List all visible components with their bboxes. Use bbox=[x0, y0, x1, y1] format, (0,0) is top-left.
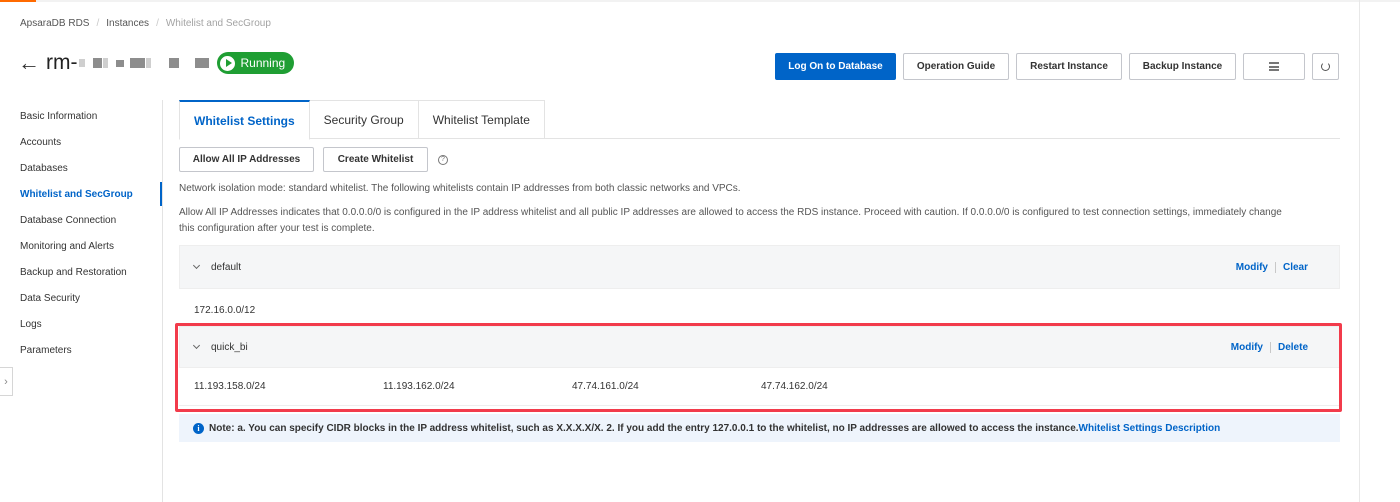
breadcrumb-current: Whitelist and SecGroup bbox=[165, 18, 271, 29]
backup-instance-button[interactable]: Backup Instance bbox=[1129, 53, 1236, 80]
sidebar-item-accounts[interactable]: Accounts bbox=[0, 130, 162, 156]
whitelist-actions: Modify Clear bbox=[1236, 261, 1308, 273]
operation-guide-button[interactable]: Operation Guide bbox=[903, 53, 1009, 80]
refresh-button[interactable] bbox=[1312, 53, 1339, 80]
top-border bbox=[0, 0, 1400, 2]
sidebar-active-indicator bbox=[160, 182, 162, 206]
whitelist-header: default Modify Clear bbox=[179, 245, 1340, 289]
running-icon bbox=[220, 55, 236, 71]
highlight-box bbox=[175, 323, 1342, 412]
breadcrumb-apsaradb-rds[interactable]: ApsaraDB RDS bbox=[20, 18, 89, 29]
sidebar-item-data-security[interactable]: Data Security bbox=[0, 286, 162, 312]
breadcrumb-separator: / bbox=[156, 18, 159, 29]
whitelist-toolbar: Allow All IP Addresses Create Whitelist … bbox=[179, 147, 448, 172]
sidebar-divider bbox=[162, 100, 163, 502]
tab-whitelist-template[interactable]: Whitelist Template bbox=[418, 100, 545, 139]
breadcrumb-separator: / bbox=[96, 18, 100, 29]
whitelist-note: i Note: a. You can specify CIDR blocks i… bbox=[179, 414, 1340, 442]
sidebar-item-databases[interactable]: Databases bbox=[0, 156, 162, 182]
instance-id: rm- bbox=[46, 51, 78, 74]
create-whitelist-button[interactable]: Create Whitelist bbox=[323, 147, 428, 172]
allow-all-warning: Allow All IP Addresses indicates that 0.… bbox=[179, 205, 1339, 237]
instance-title-row: ← rm- Running bbox=[18, 50, 295, 76]
breadcrumb-instances[interactable]: Instances bbox=[106, 18, 149, 29]
sidebar-item-parameters[interactable]: Parameters bbox=[0, 338, 162, 364]
note-text: Note: a. You can specify CIDR blocks in … bbox=[209, 422, 1079, 434]
sidebar-nav: Basic Information Accounts Databases Whi… bbox=[0, 104, 162, 364]
sidebar-item-whitelist-and-secgroup[interactable]: Whitelist and SecGroup bbox=[0, 182, 162, 208]
tab-whitelist-settings[interactable]: Whitelist Settings bbox=[179, 100, 310, 140]
modify-link[interactable]: Modify bbox=[1236, 262, 1268, 273]
sidebar-item-backup-and-restoration[interactable]: Backup and Restoration bbox=[0, 260, 162, 286]
whitelist-tabs: Whitelist Settings Security Group Whitel… bbox=[179, 100, 1340, 140]
whitelist-group-default: default Modify Clear 172.16.0.0/12 bbox=[179, 245, 1340, 332]
sidebar-item-monitoring-and-alerts[interactable]: Monitoring and Alerts bbox=[0, 234, 162, 260]
header-actions: Log On to Database Operation Guide Resta… bbox=[775, 53, 1339, 80]
info-icon: i bbox=[193, 422, 204, 434]
clear-link[interactable]: Clear bbox=[1283, 262, 1308, 273]
ip-entry: 172.16.0.0/12 bbox=[194, 304, 256, 316]
action-separator bbox=[1274, 261, 1276, 273]
whitelist-name: default bbox=[211, 261, 242, 273]
status-badge: Running bbox=[217, 52, 295, 74]
sidebar-collapse-toggle[interactable]: › bbox=[0, 367, 13, 396]
sidebar-item-database-connection[interactable]: Database Connection bbox=[0, 208, 162, 234]
whitelist-settings-description-link[interactable]: Whitelist Settings Description bbox=[1079, 423, 1221, 434]
log-on-to-database-button[interactable]: Log On to Database bbox=[775, 53, 896, 80]
list-icon bbox=[1269, 62, 1279, 71]
refresh-icon bbox=[1321, 62, 1330, 71]
redacted-instance-id bbox=[77, 58, 210, 68]
right-divider bbox=[1359, 0, 1360, 502]
warning-line-2: this configuration after your test is co… bbox=[179, 223, 375, 234]
restart-instance-button[interactable]: Restart Instance bbox=[1016, 53, 1122, 80]
back-arrow-icon[interactable]: ← bbox=[18, 52, 40, 74]
warning-line-1: Allow All IP Addresses indicates that 0.… bbox=[179, 207, 1282, 218]
chevron-right-icon: › bbox=[4, 375, 8, 388]
status-label: Running bbox=[240, 56, 286, 70]
list-menu-button[interactable] bbox=[1243, 53, 1305, 80]
sidebar-item-logs[interactable]: Logs bbox=[0, 312, 162, 338]
breadcrumb: ApsaraDB RDS / Instances / Whitelist and… bbox=[20, 18, 271, 29]
brand-accent bbox=[0, 0, 36, 2]
isolation-mode-text: Network isolation mode: standard whiteli… bbox=[179, 183, 741, 194]
allow-all-ip-addresses-button[interactable]: Allow All IP Addresses bbox=[179, 147, 314, 172]
tab-security-group[interactable]: Security Group bbox=[309, 100, 419, 139]
chevron-down-icon[interactable] bbox=[192, 261, 201, 270]
sidebar-item-basic-information[interactable]: Basic Information bbox=[0, 104, 162, 130]
help-icon[interactable]: ? bbox=[438, 154, 448, 165]
